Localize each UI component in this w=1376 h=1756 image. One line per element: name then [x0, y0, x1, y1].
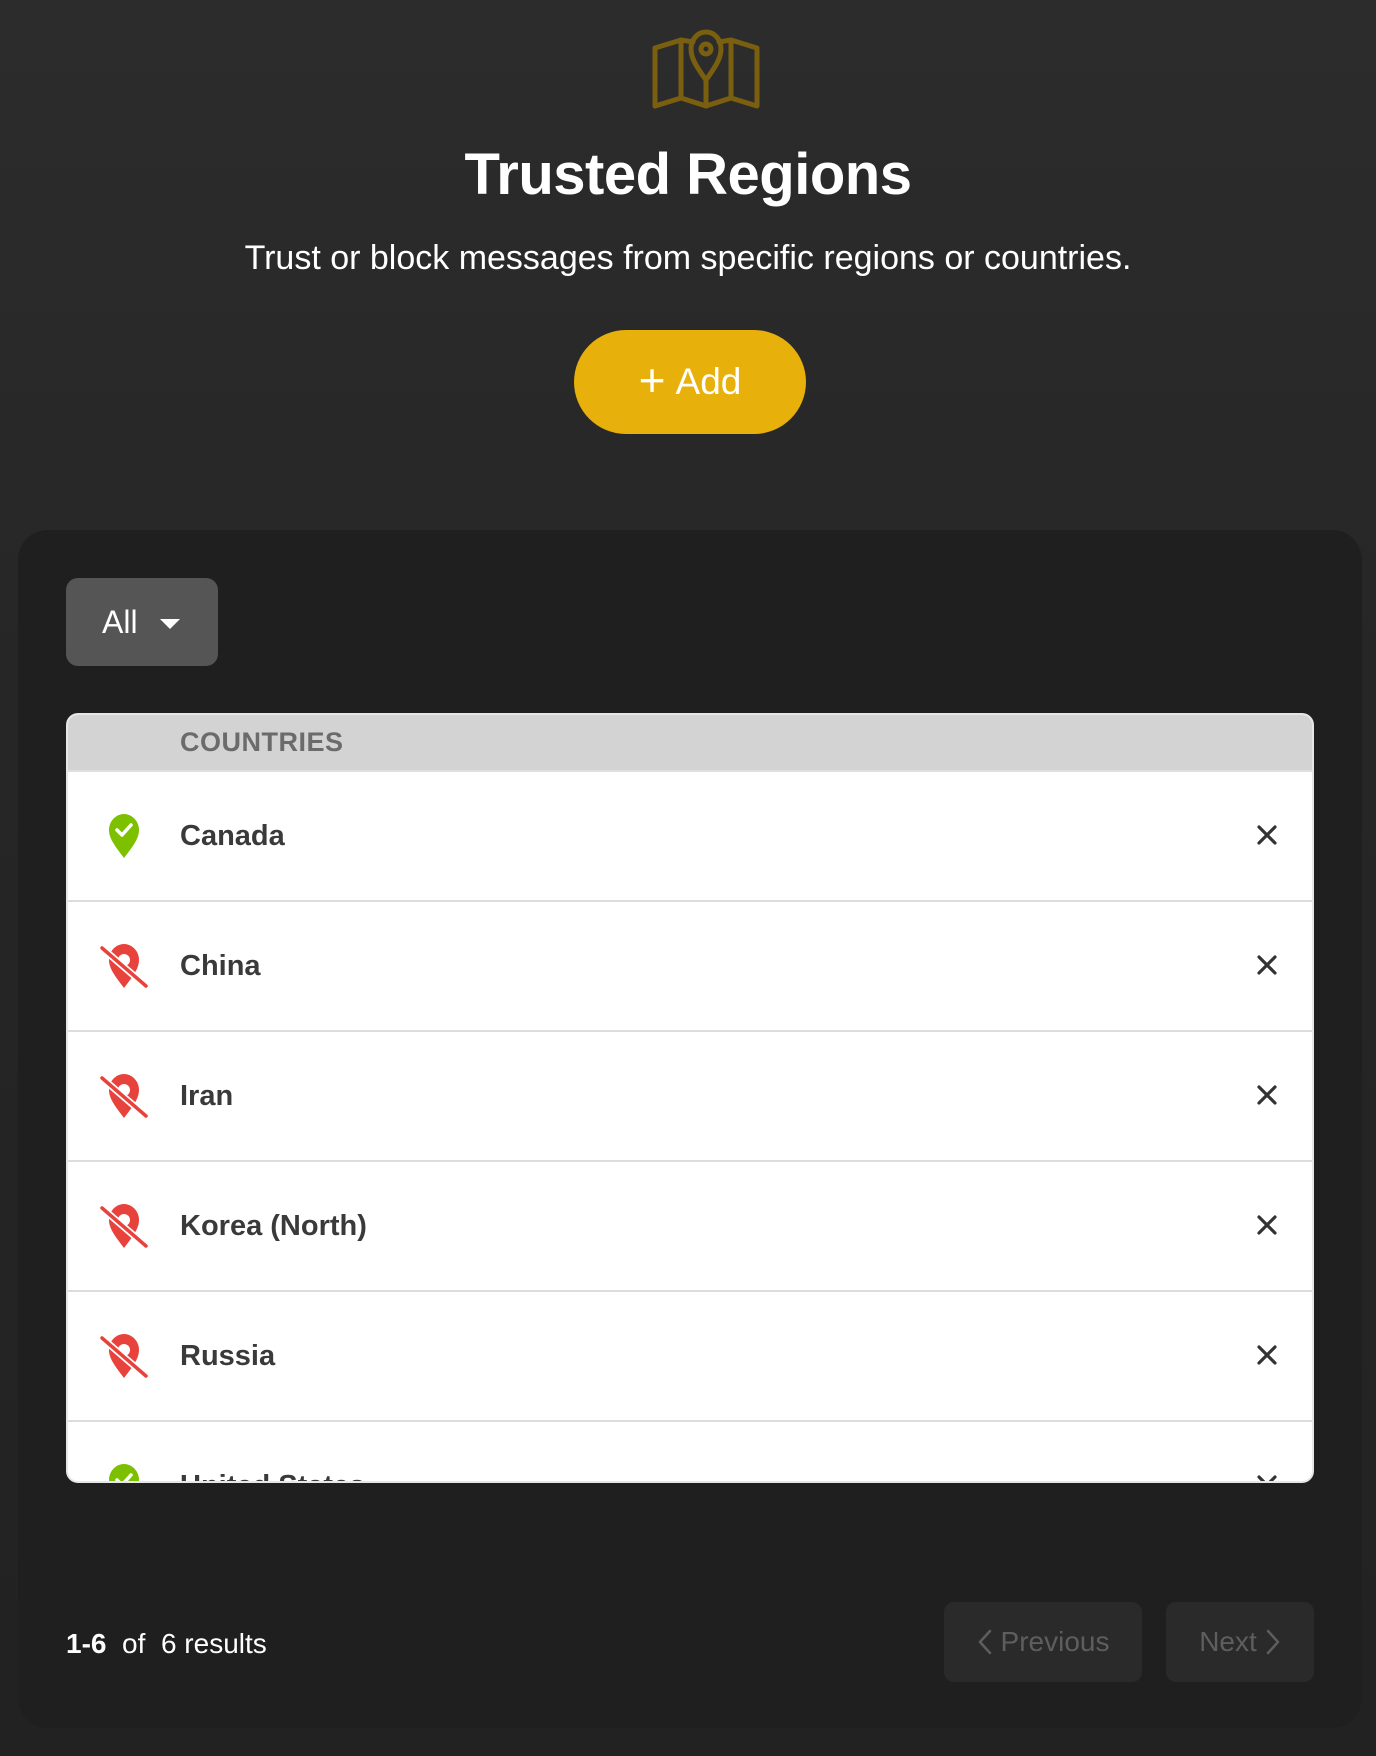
- caret-down-icon: [159, 619, 180, 629]
- table-body: Canada China Iran Korea (North) Russia United…: [68, 772, 1312, 1481]
- previous-page-button[interactable]: Previous: [944, 1602, 1142, 1682]
- table-row: Iran: [68, 1032, 1312, 1162]
- remove-icon[interactable]: [1252, 950, 1282, 980]
- remove-icon[interactable]: [1252, 1340, 1282, 1370]
- column-header-countries: COUNTRIES: [180, 727, 344, 757]
- status-filter-dropdown[interactable]: All: [66, 578, 218, 666]
- trusted-pin-icon: [96, 1462, 152, 1481]
- table-row: Korea (North): [68, 1162, 1312, 1292]
- table-header: COUNTRIES: [68, 715, 1312, 772]
- chevron-left-icon: [978, 1629, 991, 1655]
- blocked-pin-icon: [96, 1332, 152, 1380]
- country-name: Iran: [180, 1080, 234, 1112]
- table-row: United States: [68, 1422, 1312, 1481]
- results-count: 1-6 of 6 results: [66, 1624, 267, 1664]
- table-row: China: [68, 902, 1312, 1032]
- country-name: China: [180, 950, 261, 982]
- country-name: Korea (North): [180, 1210, 367, 1242]
- remove-icon[interactable]: [1252, 1470, 1282, 1481]
- trusted-pin-icon: [96, 812, 152, 860]
- plus-icon: +: [638, 354, 666, 406]
- results-total: 6 results: [160, 1628, 267, 1659]
- add-region-button[interactable]: + Add: [574, 330, 806, 434]
- filter-selected-value: All: [102, 603, 138, 640]
- page: Trusted Regions Trust or block messages …: [0, 0, 1376, 1756]
- results-of: of: [122, 1628, 146, 1659]
- results-range: 1-6: [66, 1628, 107, 1659]
- remove-icon[interactable]: [1252, 1080, 1282, 1110]
- country-name: Canada: [180, 820, 285, 852]
- blocked-pin-icon: [96, 942, 152, 990]
- remove-icon[interactable]: [1252, 820, 1282, 850]
- countries-table: COUNTRIES Canada China Iran Korea (North) Ru…: [66, 713, 1314, 1483]
- page-title: Trusted Regions: [464, 142, 912, 207]
- next-page-button[interactable]: Next: [1166, 1602, 1314, 1682]
- remove-icon[interactable]: [1252, 1210, 1282, 1240]
- previous-label: Previous: [1000, 1626, 1110, 1657]
- country-name: Russia: [180, 1340, 276, 1372]
- chevron-right-icon: [1266, 1629, 1280, 1655]
- table-row: Canada: [68, 772, 1312, 902]
- next-label: Next: [1199, 1626, 1257, 1657]
- add-button-label: Add: [675, 361, 742, 402]
- table-row: Russia: [68, 1292, 1312, 1422]
- map-pin-icon: [652, 29, 760, 109]
- country-name: United States: [180, 1466, 365, 1481]
- blocked-pin-icon: [96, 1202, 152, 1250]
- regions-panel: All COUNTRIES Canada China Iran Korea (Nort…: [18, 530, 1362, 1728]
- page-subtitle: Trust or block messages from specific re…: [244, 239, 1132, 277]
- page-header: Trusted Regions Trust or block messages …: [0, 0, 1376, 530]
- blocked-pin-icon: [96, 1072, 152, 1120]
